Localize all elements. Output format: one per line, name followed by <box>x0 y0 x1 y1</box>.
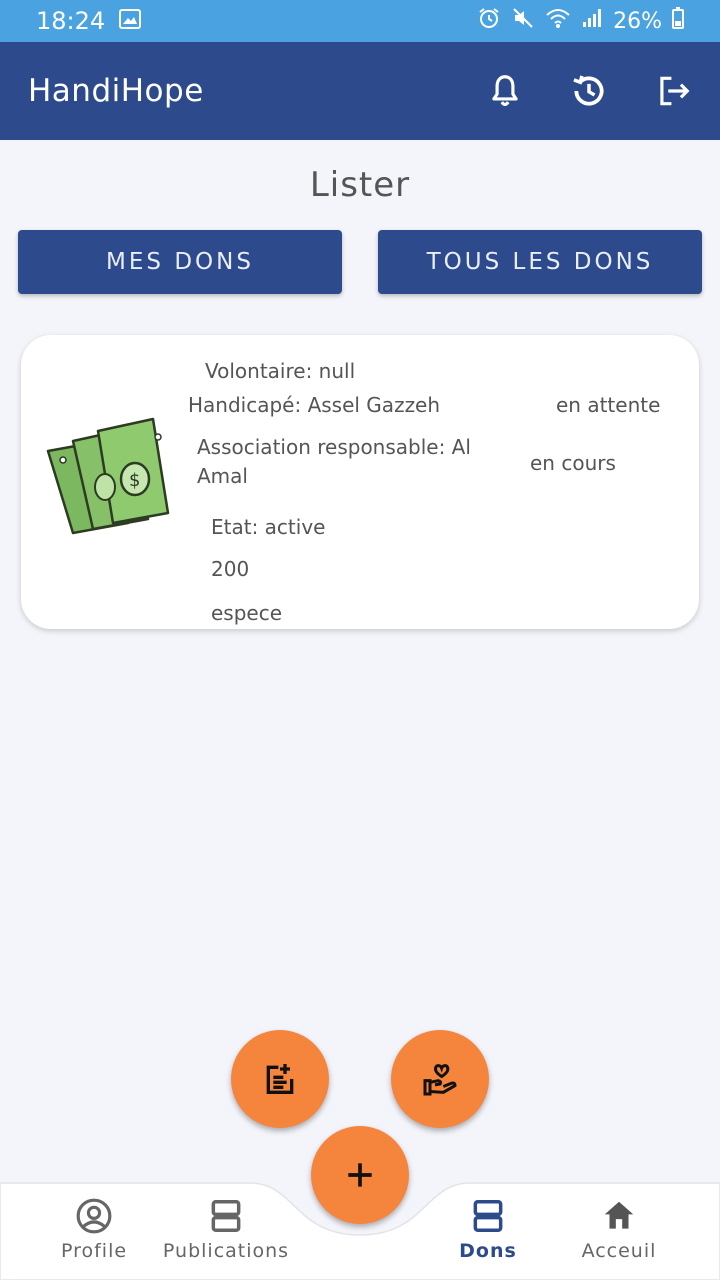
nav-acceuil-label: Acceuil <box>581 1240 657 1262</box>
etat-text: Etat: active <box>211 515 326 539</box>
app-title: HandiHope <box>28 73 204 109</box>
wifi-icon <box>545 7 571 35</box>
association-text: Association responsable: Al Amal <box>197 435 471 488</box>
nav-dons[interactable]: Dons <box>418 1196 558 1262</box>
signal-icon <box>581 7 603 35</box>
status-en-cours: en cours <box>530 451 616 475</box>
svg-text:$: $ <box>129 470 140 491</box>
donation-card[interactable]: $ Volontaire: null Handicapé: Assel Gazz… <box>21 335 699 629</box>
logout-icon[interactable] <box>654 72 692 110</box>
nav-dons-label: Dons <box>459 1240 517 1262</box>
status-bar: 18:24 26% <box>0 0 720 42</box>
add-post-button[interactable] <box>231 1030 329 1128</box>
volontaire-text: Volontaire: null <box>205 359 356 383</box>
type-text: espece <box>211 601 283 625</box>
mute-icon <box>511 6 535 36</box>
add-don-button[interactable] <box>391 1030 489 1128</box>
money-icon: $ <box>43 415 183 545</box>
nav-publications-label: Publications <box>162 1240 290 1262</box>
tous-les-dons-button[interactable]: TOUS LES DONS <box>378 230 702 294</box>
nav-publications[interactable]: Publications <box>156 1196 296 1262</box>
dons-icon <box>473 1200 503 1232</box>
bell-icon[interactable] <box>486 72 524 110</box>
nav-profile[interactable]: Profile <box>24 1196 164 1262</box>
hand-heart-icon <box>423 1064 457 1096</box>
status-time: 18:24 <box>36 7 106 35</box>
handicape-text: Handicapé: Assel Gazzeh <box>188 393 441 417</box>
post-add-icon <box>266 1064 294 1094</box>
montant-text: 200 <box>211 557 250 581</box>
account-circle-icon <box>76 1198 112 1234</box>
app-bar: HandiHope <box>0 42 720 140</box>
status-en-attente: en attente <box>556 393 661 417</box>
mes-dons-button[interactable]: MES DONS <box>18 230 342 294</box>
image-notification-icon <box>119 7 142 35</box>
battery-percent: 26% <box>613 8 662 34</box>
nav-acceuil[interactable]: Acceuil <box>549 1196 689 1262</box>
battery-icon <box>672 7 684 35</box>
publications-icon <box>211 1200 241 1232</box>
home-icon <box>604 1201 634 1229</box>
alarm-icon <box>477 6 501 36</box>
bottom-navigation: Profile Publications Dons Acceuil <box>0 1180 720 1280</box>
nav-profile-label: Profile <box>60 1240 128 1262</box>
page-title: Lister <box>309 165 411 205</box>
history-icon[interactable] <box>570 72 608 110</box>
